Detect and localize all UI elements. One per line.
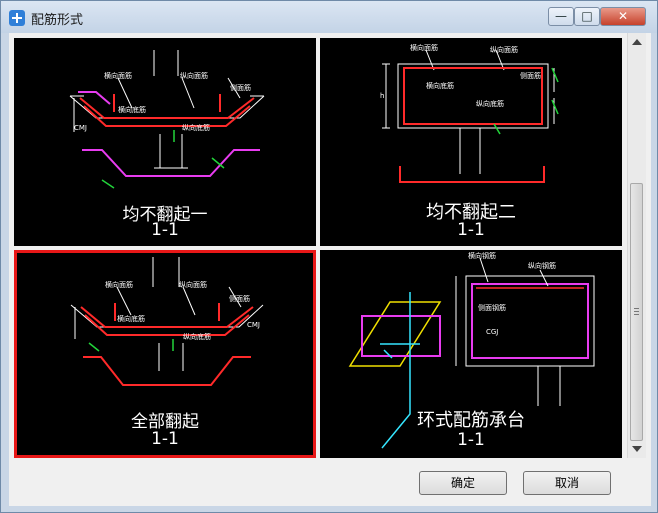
- window-title: 配筋形式: [31, 13, 84, 28]
- label-hx: 横向面筋: [105, 280, 133, 289]
- tile-caption: 环式配筋承台: [417, 410, 525, 431]
- dialog-window: 配筋形式 — □ ✕ 横向面筋 纵向面筋 横向底筋 纵向底筋 侧面筋 CMJ 均…: [0, 0, 658, 513]
- label-side: 侧面筋: [229, 294, 250, 303]
- label-hd: 横向底筋: [117, 314, 145, 323]
- maximize-button[interactable]: □: [574, 7, 600, 26]
- label-zx: 纵向面筋: [490, 45, 518, 54]
- label-h: h: [380, 92, 384, 100]
- label-cm: CMJ: [247, 321, 260, 329]
- minimize-button[interactable]: —: [548, 7, 574, 26]
- label-zx: 纵向面筋: [180, 71, 208, 80]
- app-icon: [9, 10, 25, 26]
- option-tile-no-bend-2[interactable]: 横向面筋 纵向面筋 横向底筋 纵向底筋 侧面筋 h 均不翻起二 1-1: [320, 38, 622, 246]
- label-hd: 横向底筋: [426, 81, 454, 90]
- scroll-thumb[interactable]: [630, 183, 643, 441]
- label-hx: 横向面筋: [410, 43, 438, 52]
- label-zx: 纵向面筋: [179, 280, 207, 289]
- label-hx: 横向面筋: [104, 71, 132, 80]
- option-tile-no-bend-1[interactable]: 横向面筋 纵向面筋 横向底筋 纵向底筋 侧面筋 CMJ 均不翻起一 1-1: [14, 38, 316, 246]
- label-zd: 纵向底筋: [182, 123, 210, 132]
- reinforcement-options-list: 横向面筋 纵向面筋 横向底筋 纵向底筋 侧面筋 CMJ 均不翻起一 1-1 横向…: [12, 36, 624, 458]
- label-zx: 纵向钢筋: [528, 261, 556, 270]
- ok-button[interactable]: 确定: [419, 471, 507, 495]
- grip-icon: [634, 308, 639, 309]
- tile-section: 1-1: [457, 220, 485, 240]
- label-zd: 纵向底筋: [476, 99, 504, 108]
- tile-section: 1-1: [151, 220, 179, 240]
- scroll-up-arrow-icon[interactable]: [632, 39, 642, 45]
- option-tile-ring[interactable]: 横向钢筋 纵向钢筋 侧面钢筋 CGJ 环式配筋承台 1-1: [320, 250, 622, 458]
- label-code: CGJ: [486, 328, 498, 336]
- option-tile-all-bent[interactable]: 横向面筋 纵向面筋 横向底筋 纵向底筋 侧面筋 CMJ 全部翻起 1-1: [14, 250, 316, 458]
- dialog-client: 横向面筋 纵向面筋 横向底筋 纵向底筋 侧面筋 CMJ 均不翻起一 1-1 横向…: [9, 33, 651, 506]
- label-side: 侧面筋: [520, 71, 541, 80]
- label-side: 侧面筋: [230, 83, 251, 92]
- label-hx: 横向钢筋: [468, 251, 496, 260]
- cancel-button[interactable]: 取消: [523, 471, 611, 495]
- title-bar[interactable]: 配筋形式 — □ ✕: [1, 1, 657, 33]
- label-hd: 横向底筋: [118, 105, 146, 114]
- tile-section: 1-1: [457, 430, 485, 450]
- label-cm: CMJ: [74, 124, 87, 132]
- tile-section: 1-1: [151, 429, 179, 449]
- label-zd: 纵向底筋: [183, 332, 211, 341]
- vertical-scrollbar[interactable]: [627, 33, 646, 458]
- label-side: 侧面钢筋: [478, 303, 506, 312]
- close-button[interactable]: ✕: [600, 7, 646, 26]
- scroll-down-arrow-icon[interactable]: [632, 446, 642, 452]
